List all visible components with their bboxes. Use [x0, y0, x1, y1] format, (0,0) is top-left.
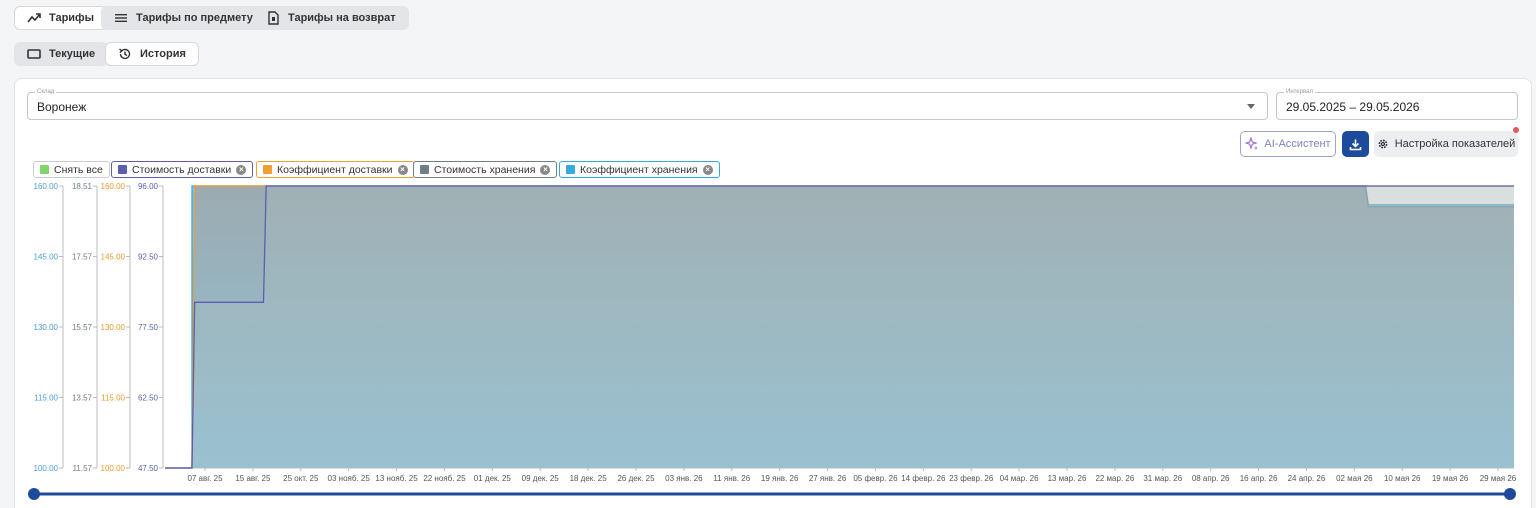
x-axis-tick-label: 05 февр. 26 [853, 474, 898, 483]
x-axis-tick-label: 31 мар. 26 [1143, 474, 1182, 483]
x-axis-tick-label: 29 мая 26 [1480, 474, 1517, 483]
range-slider-start-handle[interactable] [28, 488, 40, 500]
y-axis-tick-label: 96.00 [138, 182, 159, 191]
y-axis-tick-label: 18.51 [72, 182, 93, 191]
x-axis-tick-label: 13 нояб. 25 [375, 474, 418, 483]
x-axis-tick-label: 27 янв. 26 [809, 474, 847, 483]
y-axis-tick-label: 62.50 [138, 394, 159, 403]
y-axis-tick-label: 13.57 [72, 394, 93, 403]
y-axis-tick-label: 130.00 [101, 323, 126, 332]
x-axis-tick-label: 15 авг. 25 [235, 474, 271, 483]
y-axis-tick-label: 160.00 [34, 182, 59, 191]
x-axis-tick-label: 09 дек. 25 [522, 474, 560, 483]
range-slider-end-handle[interactable] [1504, 488, 1516, 500]
x-axis-tick-label: 24 апр. 26 [1288, 474, 1326, 483]
y-axis-tick-label: 115.00 [34, 394, 58, 403]
x-axis-tick-label: 03 янв. 26 [665, 474, 703, 483]
y-axis-tick-label: 145.00 [34, 253, 59, 262]
y-axis-tick-label: 47.50 [138, 464, 159, 473]
x-axis-tick-label: 10 мая 26 [1384, 474, 1421, 483]
x-axis-tick-label: 08 апр. 26 [1192, 474, 1230, 483]
x-axis-tick-label: 26 дек. 25 [617, 474, 655, 483]
y-axis-tick-label: 15.57 [72, 323, 93, 332]
x-axis-tick-label: 19 мая 26 [1432, 474, 1469, 483]
x-axis-tick-label: 13 мар. 26 [1048, 474, 1087, 483]
x-axis-tick-label: 04 мар. 26 [1000, 474, 1039, 483]
y-axis-tick-label: 115.00 [101, 394, 125, 403]
y-axis-tick-label: 11.57 [73, 464, 93, 473]
x-axis-tick-label: 01 дек. 25 [474, 474, 512, 483]
x-axis-tick-label: 19 янв. 26 [761, 474, 799, 483]
x-axis-tick-label: 14 февр. 26 [901, 474, 946, 483]
y-axis-tick-label: 92.50 [138, 253, 159, 262]
y-axis-tick-label: 100.00 [34, 464, 59, 473]
y-axis-tick-label: 130.00 [34, 323, 59, 332]
x-axis-tick-label: 25 окт. 25 [283, 474, 319, 483]
series-area [165, 186, 1514, 468]
y-axis-tick-label: 17.57 [72, 253, 93, 262]
y-axis-tick-label: 160.00 [101, 182, 126, 191]
x-axis-tick-label: 22 нояб. 25 [423, 474, 466, 483]
x-axis-tick-label: 03 нояб. 25 [328, 474, 371, 483]
x-axis-tick-label: 22 мар. 26 [1095, 474, 1134, 483]
x-axis-tick-label: 23 февр. 26 [949, 474, 994, 483]
x-axis-tick-label: 07 авг. 25 [187, 474, 223, 483]
x-axis-tick-label: 18 дек. 25 [570, 474, 608, 483]
x-axis-tick-label: 11 янв. 26 [713, 474, 750, 483]
y-axis-tick-label: 145.00 [101, 253, 126, 262]
y-axis-tick-label: 100.00 [101, 464, 126, 473]
y-axis-tick-label: 77.50 [138, 323, 159, 332]
tariffs-chart: 160.00 145.00 130.00 115.00 100.00 18.51 17.57… [28, 182, 1517, 500]
x-axis-tick-label: 16 апр. 26 [1240, 474, 1278, 483]
x-axis-tick-label: 02 мая 26 [1336, 474, 1373, 483]
